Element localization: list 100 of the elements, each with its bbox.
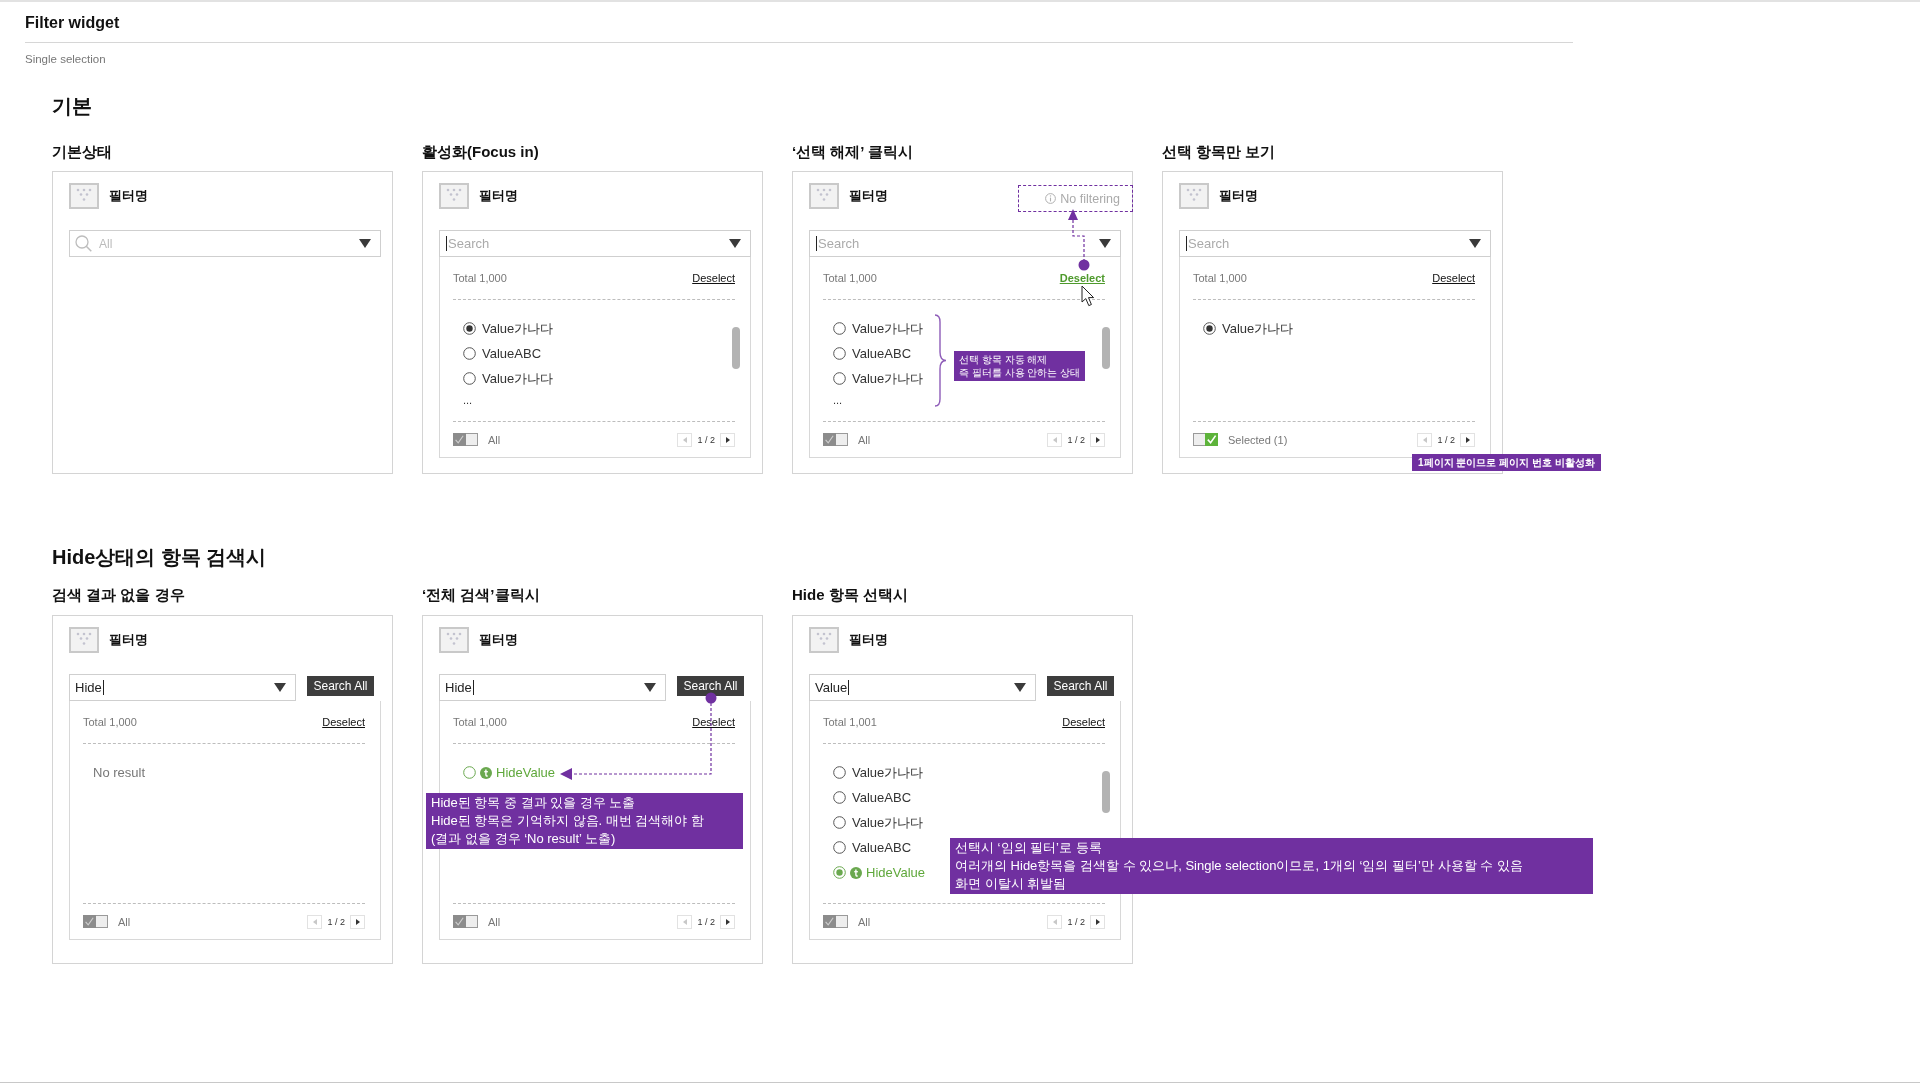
down-caret-icon [1014,683,1026,692]
left-caret-icon [1053,436,1057,443]
badge-icon [850,866,862,879]
search-field[interactable]: Hide [69,674,296,701]
scrollbar-thumb[interactable] [1102,327,1110,369]
prev-page-button[interactable] [1047,914,1063,929]
next-page-button[interactable] [1460,432,1475,447]
prev-page-button[interactable] [677,432,693,447]
total-count: Total 1,000 [453,716,507,728]
toggle-label: All [858,915,871,928]
left-caret-icon [1053,918,1057,925]
down-caret-icon [729,239,741,248]
example-title: ‘전체 검색’클릭시 [422,585,540,605]
scrollbar-thumb[interactable] [1102,771,1110,813]
right-caret-icon [725,436,730,443]
search-icon [75,235,92,252]
page-indicator: 1 / 2 [697,916,715,927]
toggle-label: All [858,433,871,446]
filter-name: 필터명 [849,187,888,205]
filter-name: 필터명 [1219,187,1258,205]
deselect-link[interactable]: Deselect [692,272,735,284]
down-caret-icon [274,683,286,692]
section-title: 기본 [52,94,92,119]
down-caret-icon [1099,239,1111,248]
search-all-button[interactable]: Search All [1047,676,1114,696]
deselect-link[interactable]: Deselect [1062,716,1105,728]
cursor-icon [1081,285,1095,307]
toggle-switch[interactable] [823,915,848,928]
toggle-label: All [118,915,131,928]
toggle-label: Selected (1) [1228,433,1288,446]
down-caret-icon [359,239,371,248]
prev-page-button[interactable] [1417,432,1433,447]
status-text: No filtering [1060,191,1120,206]
empty-message: No result [93,764,146,782]
scrollbar-thumb[interactable] [732,327,740,369]
down-caret-icon [1469,239,1481,248]
option-item[interactable]: Value가나다 [833,316,924,341]
filter-icon [1179,183,1209,209]
option-item[interactable]: ValueABC [833,835,911,860]
option-item[interactable]: Value가나다 [833,810,924,835]
option-item[interactable]: Value가나다 [833,366,924,391]
badge-icon [480,766,492,779]
example-title: ‘선택 해제’ 클릭시 [792,142,913,162]
example-title: 기본상태 [52,142,112,162]
deselect-link[interactable]: Deselect [322,716,365,728]
note-label: 선택 항목 자동 해제 즉 필터를 사용 안하는 상태 [954,351,1086,381]
left-caret-icon [683,918,687,925]
example-title: 검색 결과 없을 경우 [52,585,185,605]
search-all-button[interactable]: Search All [677,676,744,696]
prev-page-button[interactable] [677,914,693,929]
deselect-link[interactable]: Deselect [1059,272,1105,284]
option-item[interactable]: Value가나다 [1203,316,1294,341]
toggle-switch[interactable] [1193,433,1218,446]
search-field[interactable]: Value [809,674,1036,701]
search-field[interactable]: Hide [439,674,666,701]
toggle-switch[interactable] [83,915,108,928]
filter-icon [439,627,469,653]
page-title: Filter widget [25,13,120,33]
prev-page-button[interactable] [1047,432,1063,447]
filter-icon [809,627,839,653]
toggle-switch[interactable] [823,433,848,446]
option-item[interactable]: Value가나다 [463,366,554,391]
section-title: Hide상태의 항목 검색시 [52,545,267,570]
page-subtitle: Single selection [25,52,106,66]
right-caret-icon [1095,918,1100,925]
option-item[interactable]: ValueABC [833,785,911,810]
right-caret-icon [1095,436,1100,443]
page-indicator: 1 / 2 [697,434,715,445]
left-caret-icon [1423,436,1427,443]
filter-name: 필터명 [479,187,518,205]
more-indicator: ... [833,393,843,408]
next-page-button[interactable] [1090,914,1105,929]
toggle-label: All [488,433,501,446]
right-caret-icon [725,918,730,925]
option-item[interactable]: Value가나다 [833,760,924,785]
next-page-button[interactable] [350,914,365,929]
page-indicator: 1 / 2 [1437,434,1455,445]
next-page-button[interactable] [720,914,735,929]
filter-name: 필터명 [849,631,888,649]
page-indicator: 1 / 2 [1067,916,1085,927]
filter-icon [809,183,839,209]
left-caret-icon [683,436,687,443]
option-item[interactable]: Value가나다 [463,316,554,341]
right-caret-icon [355,918,360,925]
toggle-switch[interactable] [453,915,478,928]
toggle-switch[interactable] [453,433,478,446]
search-all-button[interactable]: Search All [307,676,374,696]
total-count: Total 1,001 [823,716,877,728]
option-item[interactable]: ValueABC [463,341,541,366]
filter-icon [439,183,469,209]
total-count: Total 1,000 [1193,272,1247,284]
deselect-link[interactable]: Deselect [692,716,735,728]
example-title: Hide 항목 선택시 [792,585,908,605]
next-page-button[interactable] [1090,432,1105,447]
next-page-button[interactable] [720,432,735,447]
deselect-link[interactable]: Deselect [1432,272,1475,284]
option-item[interactable]: ValueABC [833,341,911,366]
prev-page-button[interactable] [307,914,323,929]
page-indicator: 1 / 2 [1067,434,1085,445]
left-caret-icon [313,918,317,925]
